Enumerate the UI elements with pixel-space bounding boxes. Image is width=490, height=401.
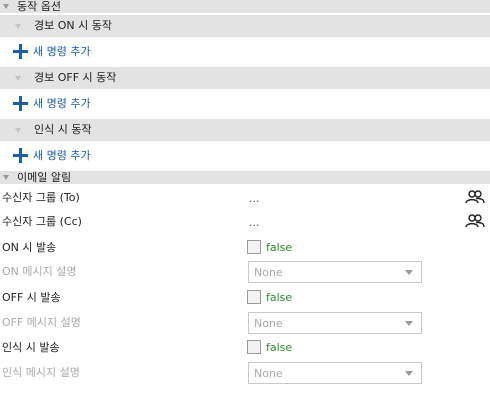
group-header-alarm-off[interactable]: 경보 OFF 시 동작 — [0, 67, 490, 89]
add-command-button-detect[interactable]: 새 명령 추가 — [0, 141, 490, 171]
chevron-down-icon — [405, 371, 413, 376]
group-header-detect[interactable]: 인식 시 동작 — [0, 119, 490, 141]
on-send-value: false — [266, 241, 293, 254]
plus-icon — [13, 148, 28, 163]
add-command-label: 새 명령 추가 — [33, 149, 91, 162]
collapse-triangle-icon[interactable] — [15, 128, 21, 133]
section-title: 이메일 알림 — [17, 171, 72, 184]
detect-message-label: 인식 메시지 설명 — [2, 366, 80, 379]
detect-send-label: 인식 시 발송 — [2, 341, 60, 354]
on-message-label: ON 메시지 설명 — [2, 265, 77, 278]
people-icon[interactable] — [465, 190, 485, 204]
off-send-label: OFF 시 발송 — [2, 291, 61, 304]
detect-send-checkbox[interactable] — [247, 340, 261, 354]
section-header-action-options[interactable]: 동작 옵션 — [0, 0, 490, 13]
select-value: None — [254, 317, 283, 330]
group-title: 경보 ON 시 동작 — [34, 19, 112, 32]
chevron-down-icon — [405, 270, 413, 275]
add-command-label: 새 명령 추가 — [33, 45, 91, 58]
plus-icon — [13, 44, 28, 59]
group-title: 인식 시 동작 — [34, 123, 92, 136]
off-send-checkbox[interactable] — [247, 290, 261, 304]
section-title: 동작 옵션 — [17, 0, 61, 13]
plus-icon — [13, 96, 28, 111]
detect-message-select[interactable]: None — [248, 362, 422, 384]
people-icon[interactable] — [465, 214, 485, 228]
group-title: 경보 OFF 시 동작 — [34, 71, 117, 84]
section-header-email[interactable]: 이메일 알림 — [0, 171, 490, 184]
add-command-label: 새 명령 추가 — [33, 97, 91, 110]
collapse-triangle-icon[interactable] — [3, 4, 9, 9]
select-value: None — [254, 367, 283, 380]
select-value: None — [254, 266, 283, 279]
add-command-button-alarm-on[interactable]: 새 명령 추가 — [0, 37, 490, 67]
chevron-down-icon — [405, 321, 413, 326]
off-send-value: false — [266, 291, 293, 304]
detect-send-value: false — [266, 341, 293, 354]
collapse-triangle-icon[interactable] — [15, 24, 21, 29]
on-message-select[interactable]: None — [248, 261, 422, 283]
add-command-button-alarm-off[interactable]: 새 명령 추가 — [0, 89, 490, 119]
recipients-cc-value[interactable]: ... — [249, 217, 260, 229]
recipients-to-label: 수신자 그룹 (To) — [2, 191, 80, 204]
off-message-label: OFF 메시지 설명 — [2, 316, 81, 329]
collapse-triangle-icon[interactable] — [3, 175, 9, 180]
recipients-cc-label: 수신자 그룹 (Cc) — [2, 215, 82, 228]
collapse-triangle-icon[interactable] — [15, 76, 21, 81]
recipients-to-value[interactable]: ... — [249, 193, 260, 205]
group-header-alarm-on[interactable]: 경보 ON 시 동작 — [0, 15, 490, 37]
on-send-checkbox[interactable] — [247, 240, 261, 254]
off-message-select[interactable]: None — [248, 312, 422, 334]
on-send-label: ON 시 발송 — [2, 241, 57, 254]
